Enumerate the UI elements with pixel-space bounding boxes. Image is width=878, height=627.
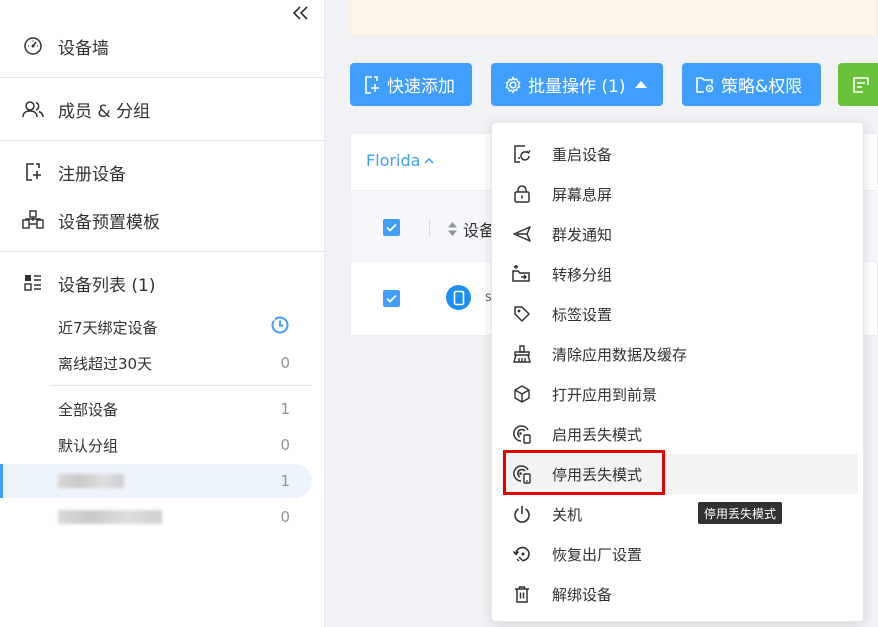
menu-item-label: 标签设置 — [552, 305, 613, 324]
redacted-group-name — [58, 510, 162, 524]
quick-add-button[interactable]: 快速添加 — [350, 63, 472, 106]
menu-item-move-group[interactable]: 转移分组 — [502, 254, 858, 294]
menu-item-label: 启用丢失模式 — [552, 425, 643, 444]
batch-operations-button[interactable]: 批量操作 (1) — [491, 63, 663, 106]
factory-reset-icon — [512, 544, 532, 564]
tablet-icon — [446, 285, 471, 310]
send-notification-icon — [512, 224, 532, 244]
menu-item-label: 解绑设备 — [552, 585, 613, 604]
group-default[interactable]: 默认分组 0 — [0, 428, 312, 462]
group-offline-30-days[interactable]: 离线超过30天 0 — [0, 346, 312, 380]
menu-item-send-notification[interactable]: 群发通知 — [502, 214, 858, 254]
power-icon — [512, 504, 532, 524]
button-label: 快速添加 — [387, 77, 455, 97]
menu-item-label: 打开应用到前景 — [552, 385, 658, 404]
nav-label: 设备预置模板 — [58, 212, 160, 233]
divider — [0, 77, 324, 78]
button-label: 批量操作 (1) — [528, 77, 626, 97]
lock-screen-icon — [512, 184, 532, 204]
gear-icon — [504, 75, 522, 94]
row-checkbox[interactable] — [383, 290, 400, 307]
add-device-icon — [363, 75, 381, 95]
nav-members-groups[interactable]: 成员 & 分组 — [0, 86, 325, 132]
group-count: 0 — [280, 436, 290, 454]
nav-label: 注册设备 — [58, 164, 126, 185]
column-separator — [429, 219, 430, 237]
button-label: 策略&权限 — [721, 77, 803, 97]
group-count: 1 — [280, 472, 290, 490]
group-count: 0 — [280, 354, 290, 372]
tag-icon — [512, 304, 532, 324]
nav-label: 设备列表 (1) — [58, 275, 156, 296]
tooltip: 停用丢失模式 — [698, 502, 783, 524]
nav-register-device[interactable]: 注册设备 — [0, 149, 325, 195]
divider — [50, 385, 312, 386]
register-device-icon — [22, 161, 44, 183]
menu-item-clear-data[interactable]: 清除应用数据及缓存 — [502, 334, 858, 374]
folder-settings-icon — [695, 76, 715, 94]
notice-bar — [350, 0, 878, 36]
tab-florida[interactable]: Florida — [366, 151, 434, 170]
group-label: 近7天绑定设备 — [58, 318, 158, 337]
sort-icon — [448, 222, 457, 236]
open-app-icon — [512, 384, 532, 404]
users-icon — [22, 98, 44, 120]
menu-item-label: 恢复出厂设置 — [552, 545, 643, 564]
menu-item-label: 屏幕息屏 — [552, 185, 613, 204]
restart-device-icon — [512, 144, 532, 164]
more-actions-button[interactable] — [838, 63, 878, 106]
group-redacted[interactable]: 0 — [0, 500, 312, 534]
divider — [0, 140, 324, 141]
batch-operations-menu: 重启设备 屏幕息屏 群发通知 转移分组 标签设置 清除应用数据及缓存 打开应用到… — [491, 122, 864, 622]
chevron-up-icon — [424, 157, 434, 164]
dashboard-icon — [22, 35, 44, 57]
menu-item-unbind-device[interactable]: 解绑设备 — [502, 574, 858, 614]
collapse-sidebar-icon[interactable] — [288, 2, 314, 24]
unbind-device-icon — [512, 584, 532, 604]
group-label: 全部设备 — [58, 400, 119, 419]
menu-item-enable-lost-mode[interactable]: 启用丢失模式 — [502, 414, 858, 454]
clock-icon — [270, 315, 290, 339]
group-count: 1 — [280, 400, 290, 418]
menu-item-power-off[interactable]: 关机 — [502, 494, 858, 534]
nav-device-wall[interactable]: 设备墙 — [0, 23, 325, 69]
menu-item-label: 群发通知 — [552, 225, 613, 244]
menu-item-tag-settings[interactable]: 标签设置 — [502, 294, 858, 334]
group-redacted-active[interactable]: 1 — [0, 464, 312, 498]
menu-item-label: 重启设备 — [552, 145, 613, 164]
group-all-devices[interactable]: 全部设备 1 — [0, 392, 312, 426]
nav-device-template[interactable]: 设备预置模板 — [0, 197, 325, 243]
edit-note-icon — [851, 75, 871, 95]
group-recent-7-days[interactable]: 近7天绑定设备 — [0, 310, 312, 344]
caret-up-icon — [635, 81, 648, 88]
template-icon — [22, 209, 44, 231]
nav-label: 成员 & 分组 — [58, 101, 151, 122]
policy-permissions-button[interactable]: 策略&权限 — [682, 63, 821, 106]
tab-label: Florida — [366, 151, 421, 170]
menu-item-label: 关机 — [552, 505, 583, 524]
group-label: 默认分组 — [58, 436, 119, 455]
highlight-box — [503, 450, 665, 495]
sidebar: 设备墙 成员 & 分组 注册设备 设备预置模板 设备列表 (1) 近7天绑定设备 — [0, 0, 325, 627]
group-label: 离线超过30天 — [58, 354, 153, 373]
group-count: 0 — [280, 508, 290, 526]
nav-device-list[interactable]: 设备列表 (1) — [0, 260, 325, 306]
move-folder-icon — [512, 264, 532, 284]
redacted-group-name — [58, 474, 124, 488]
menu-item-open-app-foreground[interactable]: 打开应用到前景 — [502, 374, 858, 414]
list-icon — [22, 272, 44, 294]
menu-item-label: 清除应用数据及缓存 — [552, 345, 688, 364]
menu-item-restart-device[interactable]: 重启设备 — [502, 134, 858, 174]
divider — [0, 251, 324, 252]
column-header-device[interactable]: 设备 — [447, 217, 495, 241]
menu-item-lock-screen[interactable]: 屏幕息屏 — [502, 174, 858, 214]
enable-lost-mode-icon — [512, 424, 532, 444]
menu-item-factory-reset[interactable]: 恢复出厂设置 — [502, 534, 858, 574]
menu-item-label: 转移分组 — [552, 265, 613, 284]
select-all-checkbox[interactable] — [383, 219, 400, 236]
nav-label: 设备墙 — [58, 38, 109, 59]
clear-data-icon — [512, 344, 532, 364]
